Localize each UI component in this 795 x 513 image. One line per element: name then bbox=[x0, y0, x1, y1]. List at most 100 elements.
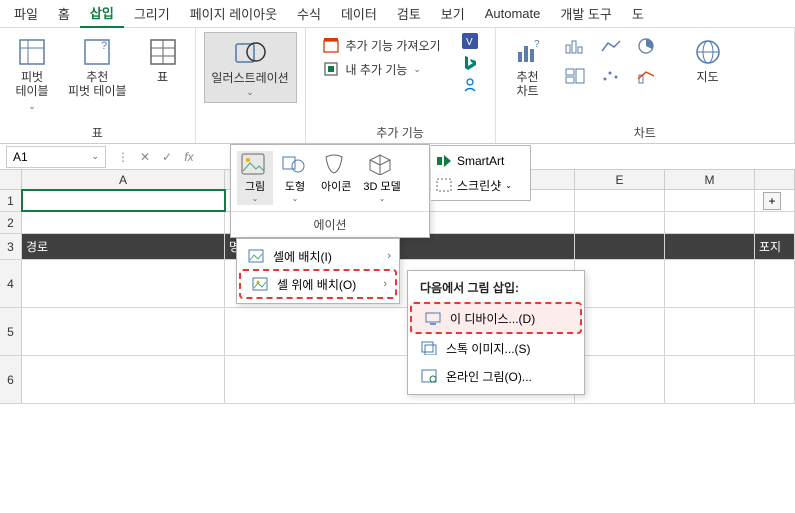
online-pictures-item[interactable]: 온라인 그림(O)... bbox=[408, 362, 584, 390]
picture-label: 그림 bbox=[245, 178, 265, 194]
table-button[interactable]: 표 bbox=[139, 32, 187, 88]
col-header-E[interactable]: E bbox=[575, 170, 665, 189]
cell-A1[interactable] bbox=[22, 190, 225, 211]
table-label: 표 bbox=[157, 70, 168, 84]
addins-group-label: 추가 기능 bbox=[314, 122, 487, 141]
cell[interactable] bbox=[665, 308, 755, 355]
menu-automate[interactable]: Automate bbox=[475, 2, 551, 25]
cell[interactable] bbox=[575, 212, 665, 233]
chevron-down-icon: ⌄ bbox=[246, 87, 254, 98]
ribbon: 피벗 테이블 ⌄ ? 추천 피벗 테이블 표 표 bbox=[0, 28, 795, 144]
cell[interactable] bbox=[22, 260, 225, 307]
menu-review[interactable]: 검토 bbox=[387, 0, 431, 27]
cancel-formula-button[interactable]: ✕ bbox=[134, 150, 156, 164]
shapes-button[interactable]: 도형 ⌄ bbox=[277, 151, 313, 205]
chevron-down-icon: ⌄ bbox=[252, 194, 259, 203]
cell[interactable] bbox=[22, 212, 225, 233]
3d-models-button[interactable]: 3D 모델 ⌄ bbox=[359, 151, 404, 205]
illustrations-footer: 에이션 bbox=[231, 212, 429, 237]
illustrations-dropdown: 그림 ⌄ 도형 ⌄ 아이콘 3D 모델 ⌄ SmartArt 스크린샷 ⌄ 에이… bbox=[230, 144, 430, 238]
chevron-down-icon: ⌄ bbox=[91, 151, 99, 162]
pie-chart-button[interactable] bbox=[632, 34, 662, 58]
row-header-1[interactable]: 1 bbox=[0, 190, 22, 211]
cell-path-header[interactable]: 경로 bbox=[22, 234, 225, 259]
chart-types bbox=[558, 32, 678, 90]
line-chart-button[interactable] bbox=[596, 34, 626, 58]
shapes-label: 도형 bbox=[285, 178, 305, 194]
insert-picture-from-menu: 다음에서 그림 삽입: 이 디바이스...(D) 스톡 이미지...(S) 온라… bbox=[407, 270, 585, 395]
recommended-pivot-button[interactable]: ? 추천 피벗 테이블 bbox=[62, 32, 133, 103]
menu-developer[interactable]: 개발 도구 bbox=[550, 0, 621, 27]
insert-from-title: 다음에서 그림 삽입: bbox=[408, 277, 584, 302]
row-6: 6 bbox=[0, 356, 795, 404]
cell[interactable] bbox=[665, 260, 755, 307]
cell[interactable] bbox=[575, 356, 665, 403]
ribbon-group-tables: 피벗 테이블 ⌄ ? 추천 피벗 테이블 표 표 bbox=[0, 28, 196, 143]
row-header-6[interactable]: 6 bbox=[0, 356, 22, 403]
cell-pos-header[interactable]: 포지 bbox=[755, 234, 795, 259]
cell[interactable] bbox=[575, 308, 665, 355]
column-chart-button[interactable] bbox=[560, 34, 590, 58]
my-addins-button[interactable]: 내 추가 기능 ⌄ bbox=[322, 60, 441, 78]
cell[interactable] bbox=[755, 260, 795, 307]
place-in-cell-item[interactable]: 셀에 배치(I) › bbox=[237, 243, 399, 269]
name-box[interactable]: A1 ⌄ bbox=[6, 146, 106, 168]
cell[interactable] bbox=[22, 308, 225, 355]
hierarchy-chart-button[interactable] bbox=[560, 64, 590, 88]
shapes-icon bbox=[281, 153, 309, 177]
cell[interactable] bbox=[665, 234, 755, 259]
dropdown-small[interactable]: ⋮ bbox=[112, 150, 134, 164]
cell[interactable] bbox=[575, 234, 665, 259]
cell[interactable] bbox=[575, 260, 665, 307]
expand-columns-button[interactable]: + bbox=[763, 192, 781, 210]
cell[interactable] bbox=[665, 190, 755, 211]
place-over-cell-item[interactable]: 셀 위에 배치(O) › bbox=[239, 269, 397, 299]
menu-insert[interactable]: 삽입 bbox=[80, 0, 124, 28]
screenshot-button[interactable]: 스크린샷 ⌄ bbox=[435, 176, 526, 194]
recommended-charts-button[interactable]: ? 추천 차트 bbox=[504, 32, 552, 103]
online-pictures-icon bbox=[420, 367, 438, 385]
menu-draw[interactable]: 그리기 bbox=[124, 0, 180, 27]
smartart-button[interactable]: SmartArt bbox=[435, 152, 526, 170]
col-header-M[interactable]: M bbox=[665, 170, 755, 189]
select-all-corner[interactable] bbox=[0, 170, 22, 189]
illustrations-button[interactable]: 일러스트레이션 ⌄ bbox=[204, 32, 297, 103]
bing-icon[interactable] bbox=[461, 54, 479, 72]
row-header-4[interactable]: 4 bbox=[0, 260, 22, 307]
cell[interactable] bbox=[575, 190, 665, 211]
cell[interactable] bbox=[665, 212, 755, 233]
menu-more[interactable]: 도 bbox=[622, 0, 654, 27]
menu-file[interactable]: 파일 bbox=[4, 0, 48, 27]
get-addins-button[interactable]: 추가 기능 가져오기 bbox=[322, 36, 441, 54]
from-device-label: 이 디바이스...(D) bbox=[450, 310, 535, 327]
col-header-rest[interactable] bbox=[755, 170, 795, 189]
cell[interactable] bbox=[755, 308, 795, 355]
name-box-value: A1 bbox=[13, 150, 28, 164]
pivot-table-button[interactable]: 피벗 테이블 ⌄ bbox=[8, 32, 56, 116]
col-header-A[interactable]: A bbox=[22, 170, 225, 189]
confirm-formula-button[interactable]: ✓ bbox=[156, 150, 178, 164]
row-header-3[interactable]: 3 bbox=[0, 234, 22, 259]
menu-formulas[interactable]: 수식 bbox=[287, 0, 331, 27]
map-chart-button[interactable]: 지도 bbox=[684, 32, 732, 88]
fx-button[interactable]: fx bbox=[178, 150, 200, 164]
row-header-5[interactable]: 5 bbox=[0, 308, 22, 355]
menu-view[interactable]: 보기 bbox=[431, 0, 475, 27]
visio-icon[interactable]: V bbox=[461, 32, 479, 50]
cell[interactable] bbox=[755, 212, 795, 233]
cell[interactable] bbox=[665, 356, 755, 403]
menu-page-layout[interactable]: 페이지 레이아웃 bbox=[180, 0, 287, 27]
icons-button[interactable]: 아이콘 bbox=[317, 151, 355, 205]
stock-images-item[interactable]: 스톡 이미지...(S) bbox=[408, 334, 584, 362]
combo-chart-button[interactable] bbox=[632, 64, 662, 88]
picture-button[interactable]: 그림 ⌄ bbox=[237, 151, 273, 205]
row-header-2[interactable]: 2 bbox=[0, 212, 22, 233]
people-icon[interactable] bbox=[461, 76, 479, 94]
my-addins-label: 내 추가 기능 bbox=[346, 61, 408, 78]
cell[interactable] bbox=[755, 356, 795, 403]
cell[interactable] bbox=[22, 356, 225, 403]
menu-data[interactable]: 데이터 bbox=[331, 0, 387, 27]
from-this-device-item[interactable]: 이 디바이스...(D) bbox=[410, 302, 582, 334]
menu-home[interactable]: 홈 bbox=[48, 0, 80, 27]
scatter-chart-button[interactable] bbox=[596, 64, 626, 88]
